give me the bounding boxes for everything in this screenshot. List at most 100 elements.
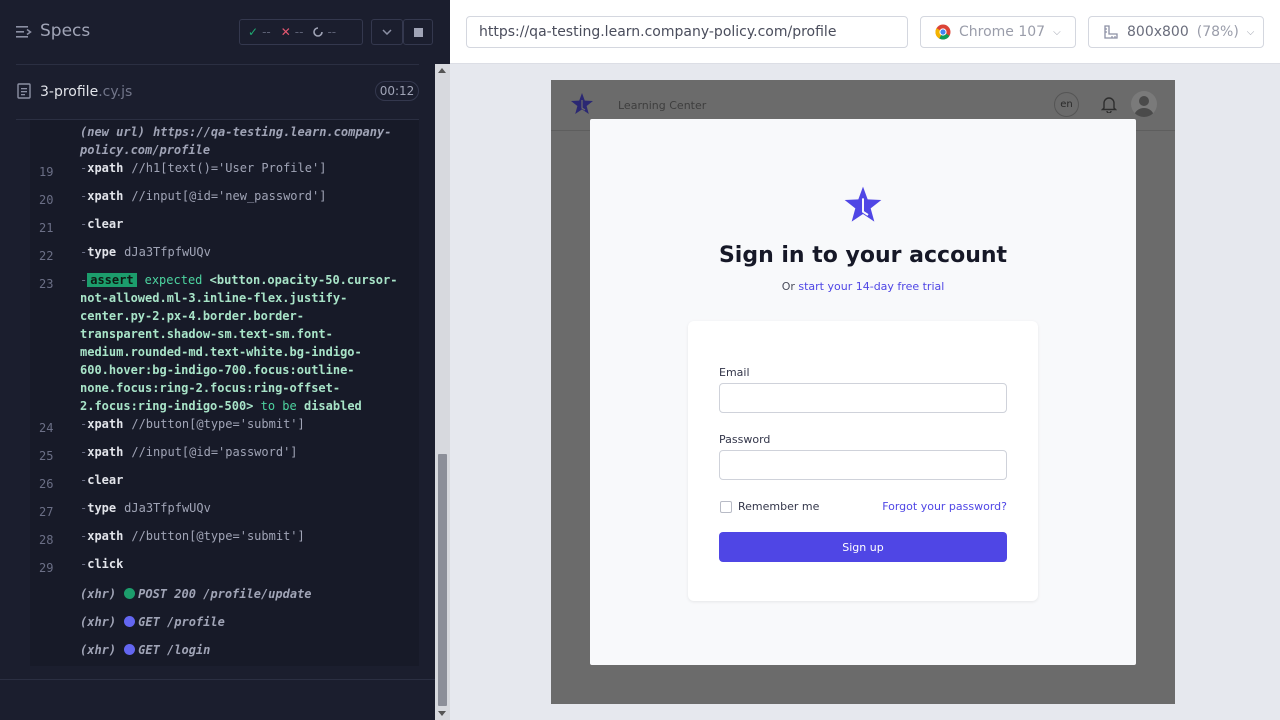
remember-me-checkbox[interactable] (720, 501, 732, 513)
command-name: xpath (87, 161, 124, 175)
command-name: type (87, 245, 117, 259)
assert-subject-line: not-allowed.ml-3.inline-flex.justify- (80, 291, 348, 305)
modal-title: Sign in to your account (718, 243, 1008, 268)
xhr-text: GET /profile (138, 615, 225, 629)
command-log: (new url) https://qa-testing.learn.compan… (30, 120, 419, 666)
chevron-down-icon (382, 29, 392, 35)
chevron-down-icon: ⌵ (1246, 26, 1255, 38)
command-name: xpath (87, 189, 124, 203)
command-name: (new url) (80, 125, 146, 139)
specs-list-icon[interactable] (16, 24, 32, 40)
stop-button[interactable] (403, 19, 433, 45)
scroll-up-icon[interactable] (438, 68, 446, 73)
command-message: //input[@id='password'] (131, 445, 298, 459)
command-name: xpath (87, 529, 124, 543)
free-trial-link[interactable]: start your 14-day free trial (798, 280, 944, 293)
bell-icon[interactable] (1101, 96, 1117, 113)
xhr-text: POST 200 /profile/update (138, 587, 312, 601)
command-body: -xpath//h1[text()='User Profile'] (80, 161, 327, 175)
assert-subject-line: transparent.shadow-sm.text-sm.font- (80, 327, 333, 341)
email-field[interactable] (719, 383, 1007, 413)
scroll-down-icon[interactable] (438, 711, 446, 716)
sign-up-button[interactable]: Sign up (719, 532, 1007, 562)
command-name: click (87, 557, 124, 571)
document-icon (17, 83, 31, 99)
expand-dropdown-button[interactable] (371, 19, 403, 45)
xhr-body: (xhr) GET /login (80, 641, 410, 659)
specs-label[interactable]: Specs (40, 21, 90, 41)
assert-subject-line: none.focus:ring-2.focus:ring-offset- (80, 381, 341, 395)
command-message-cont: policy.com/profile (80, 143, 211, 157)
test-stats: ✓ -- ✕ -- -- (239, 19, 363, 45)
passed-count: -- (262, 25, 271, 39)
url-bar[interactable]: https://qa-testing.learn.company-policy.… (466, 16, 908, 48)
avatar[interactable] (1131, 91, 1157, 117)
command-message: //h1[text()='User Profile'] (131, 161, 327, 175)
stop-icon (413, 27, 423, 37)
line-number: 23 (39, 277, 54, 291)
password-label: Password (719, 433, 771, 446)
status-dot-icon (124, 588, 136, 599)
command-body: (new url) https://qa-testing.learn.compan… (80, 123, 410, 159)
assert-subject-line: <button.opacity-50.cursor- (209, 273, 398, 287)
browser-selector[interactable]: Chrome 107 ⌵ (920, 16, 1076, 48)
x-icon: ✕ (280, 25, 291, 39)
xhr-label: (xhr) (80, 643, 117, 657)
command-body: -xpath//input[@id='password'] (80, 445, 298, 459)
failed-stat: ✕ -- (281, 25, 304, 39)
status-dot-icon (124, 644, 136, 655)
spec-filename: 3-profile.cy.js (40, 84, 132, 100)
command-body: -xpath//button[@type='submit'] (80, 417, 305, 431)
command-name: type (87, 501, 117, 515)
xhr-label: (xhr) (80, 615, 117, 629)
app-nav-title[interactable]: Learning Center (618, 99, 706, 112)
divider (16, 64, 419, 65)
assert-subject-line: medium.rounded-md.text-white.bg-indigo- (80, 345, 362, 359)
assert-subject-line: center.py-2.px-4.border.border- (80, 309, 304, 323)
command-log-scrollbar[interactable] (435, 64, 450, 720)
command-message: //button[@type='submit'] (131, 529, 305, 543)
line-number: 24 (39, 421, 54, 435)
line-number: 27 (39, 505, 54, 519)
pending-stat: -- (313, 25, 336, 39)
check-icon: ✓ (248, 25, 259, 39)
command-message: dJa3TfpfwUQv (124, 501, 211, 515)
command-name: xpath (87, 417, 124, 431)
viewport-size-selector[interactable]: 800x800 (78%) ⌵ (1088, 16, 1264, 48)
email-label: Email (719, 366, 750, 379)
remember-me-label[interactable]: Remember me (738, 500, 819, 513)
star-logo-icon (844, 186, 882, 222)
app-under-test-panel: https://qa-testing.learn.company-policy.… (450, 0, 1280, 720)
command-body: -clear (80, 473, 124, 487)
command-body: -type dJa3TfpfwUQv (80, 245, 211, 259)
xhr-body: (xhr) POST 200 /profile/update (80, 585, 410, 603)
failed-count: -- (294, 25, 304, 39)
xhr-label: (xhr) (80, 587, 117, 601)
app-viewport: Learning Center en Sign in to your accou… (551, 80, 1175, 704)
language-button[interactable]: en (1054, 92, 1079, 117)
command-message: dJa3TfpfwUQv (124, 245, 211, 259)
modal-subtitle: Or start your 14-day free trial (590, 280, 1136, 293)
command-body: -xpath//input[@id='new_password'] (80, 189, 327, 203)
star-logo-icon[interactable] (570, 92, 594, 116)
chevron-down-icon: ⌵ (1053, 26, 1061, 38)
pending-count: -- (327, 25, 337, 39)
command-name: xpath (87, 445, 124, 459)
forgot-password-link[interactable]: Forgot your password? (882, 500, 1007, 513)
xhr-body: (xhr) GET /profile (80, 613, 410, 631)
command-body: -xpath//button[@type='submit'] (80, 529, 305, 543)
line-number: 29 (39, 561, 54, 575)
scroll-thumb[interactable] (438, 454, 447, 706)
viewport-size: 800x800 (1127, 24, 1189, 40)
command-body: -type dJa3TfpfwUQv (80, 501, 211, 515)
subtitle-prefix: Or (781, 280, 795, 293)
password-field[interactable] (719, 450, 1007, 480)
spec-header[interactable]: 3-profile.cy.js 00:12 (0, 72, 435, 112)
divider (0, 679, 435, 680)
passed-stat: ✓ -- (248, 25, 271, 39)
xhr-text: GET /login (138, 643, 211, 657)
duration-badge: 00:12 (375, 81, 419, 101)
line-number: 26 (39, 477, 54, 491)
assert-badge: assert (87, 273, 137, 287)
line-number: 19 (39, 165, 54, 179)
